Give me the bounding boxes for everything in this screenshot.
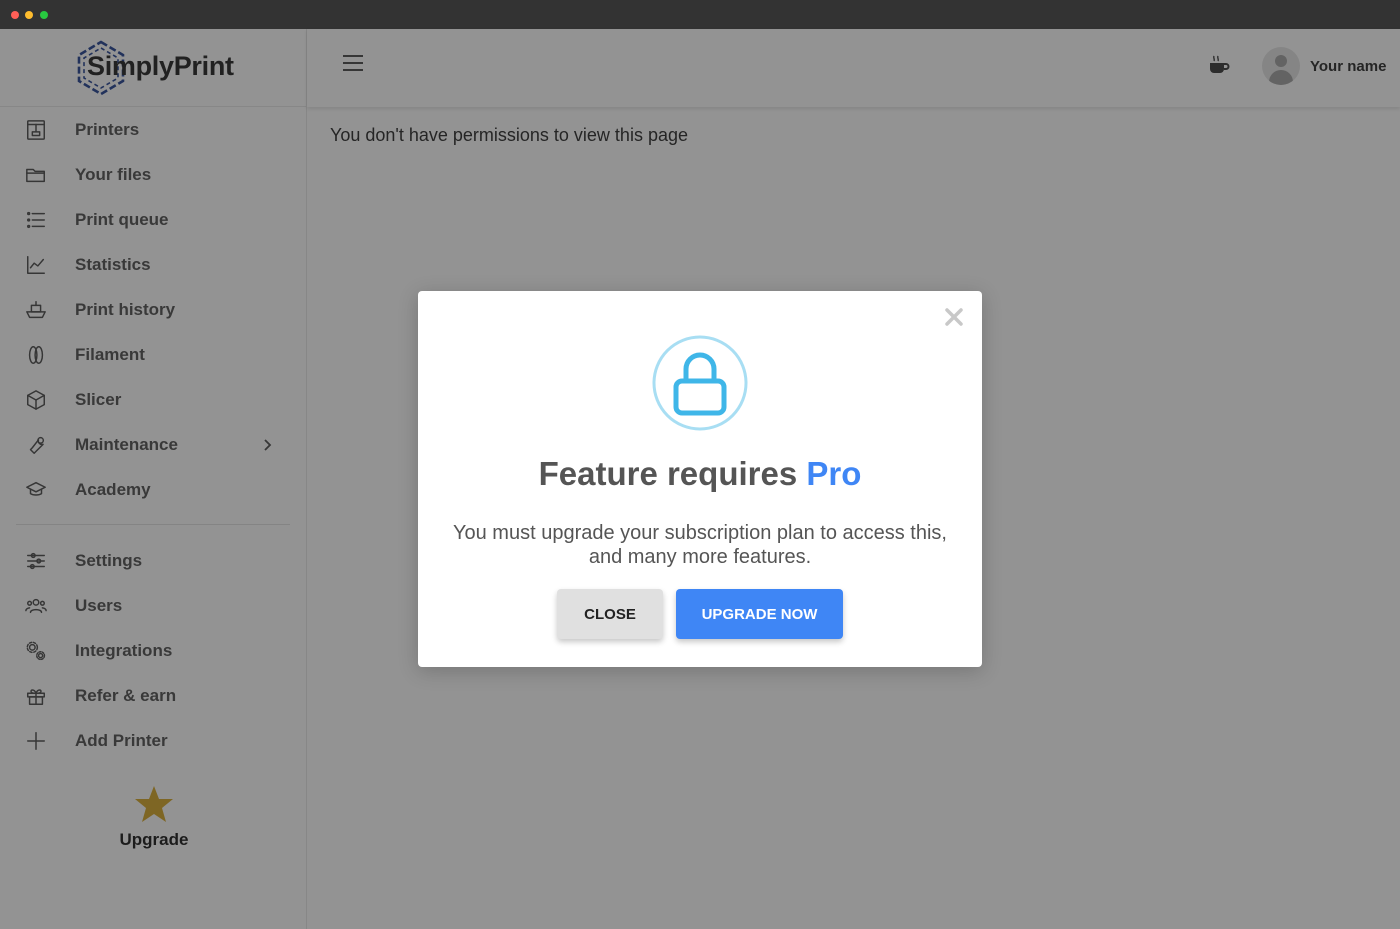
close-button[interactable]: Close	[557, 589, 663, 639]
modal-title-prefix: Feature requires	[538, 455, 798, 492]
upgrade-now-button[interactable]: Upgrade now	[676, 589, 843, 639]
upgrade-modal: Feature requires Pro You must upgrade yo…	[418, 291, 982, 667]
window-titlebar	[0, 0, 1400, 29]
window-close-dot[interactable]	[11, 11, 19, 19]
window-minimize-dot[interactable]	[25, 11, 33, 19]
modal-title: Feature requires Pro	[418, 455, 982, 493]
window-maximize-dot[interactable]	[40, 11, 48, 19]
close-icon[interactable]	[944, 307, 968, 331]
modal-title-pro: Pro	[806, 455, 862, 492]
modal-description: You must upgrade your subscription plan …	[453, 522, 947, 568]
lock-icon	[652, 335, 748, 431]
